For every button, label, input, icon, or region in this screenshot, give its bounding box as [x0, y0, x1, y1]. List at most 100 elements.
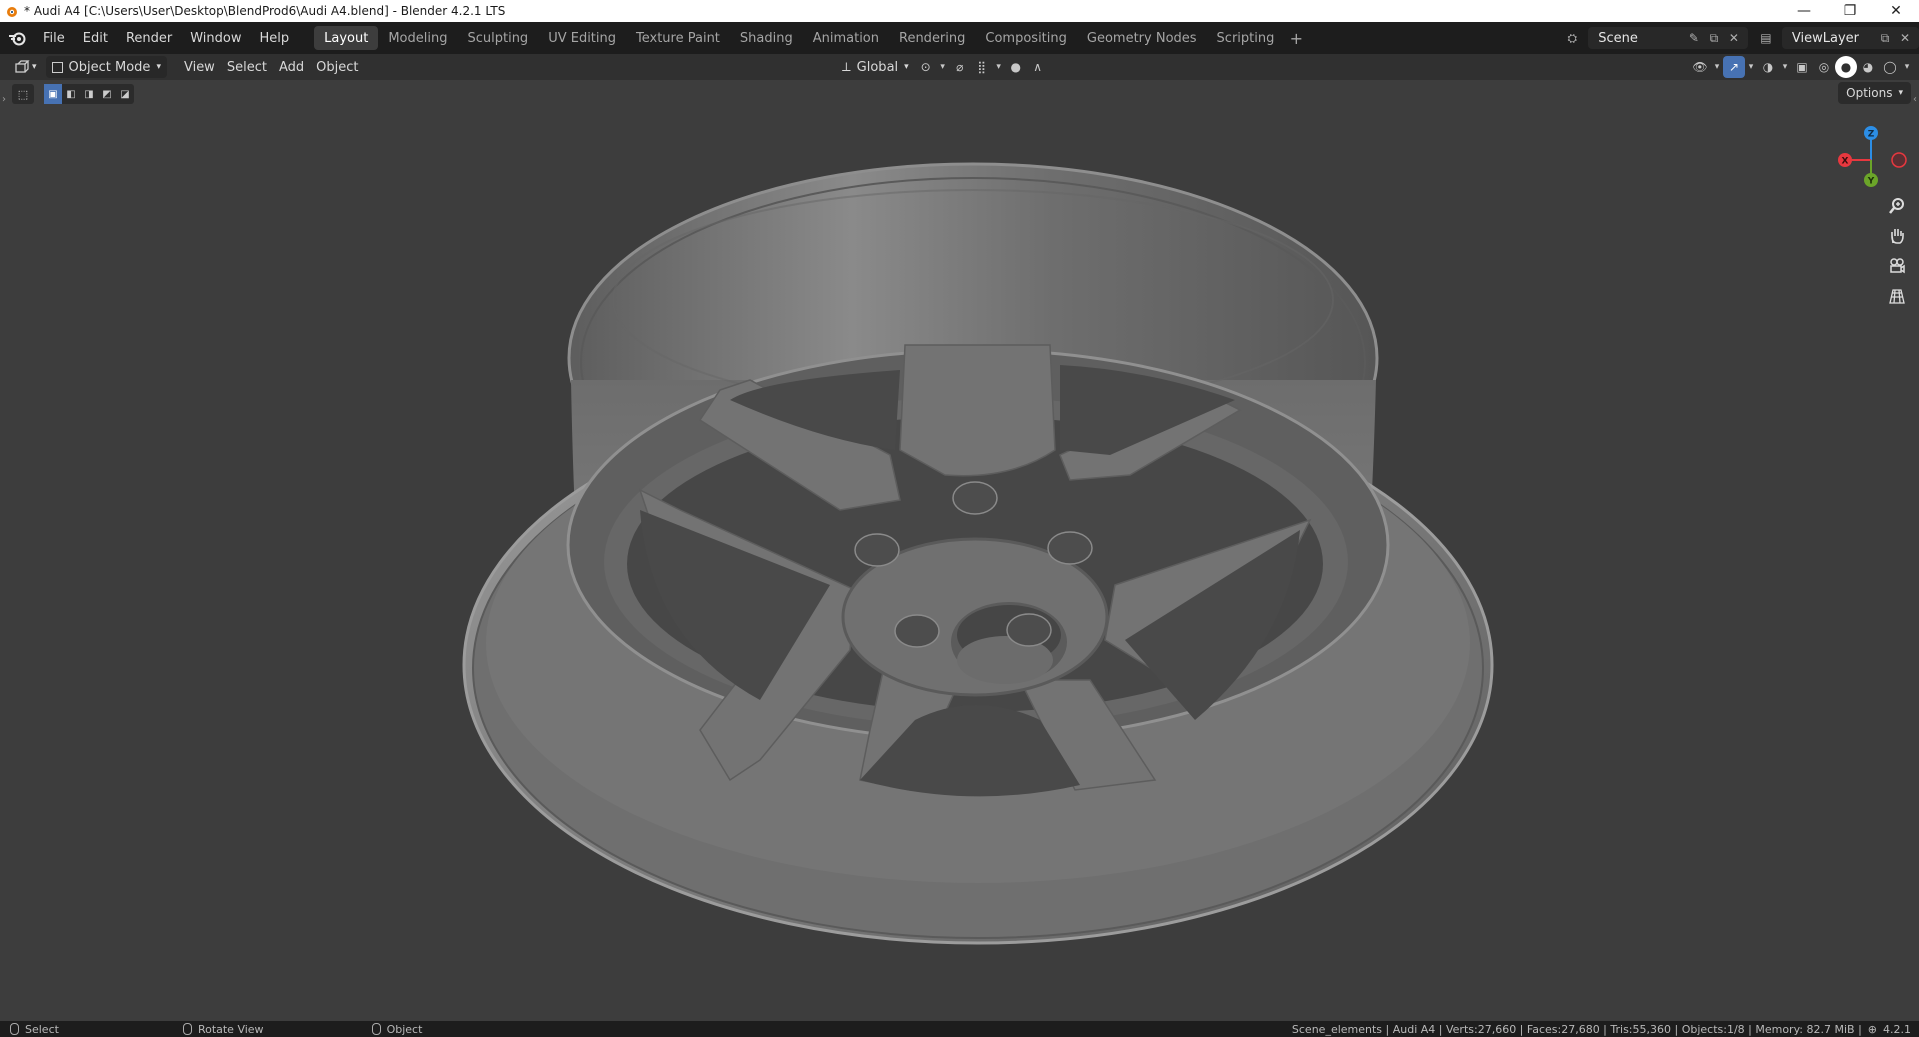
delete-scene-icon[interactable]: ✕	[1724, 28, 1744, 48]
visibility-icon[interactable]: 👁	[1689, 56, 1711, 78]
menu-edit[interactable]: Edit	[74, 26, 117, 50]
scene-selector-group: ⛭ Scene ✎ ⧉ ✕ ▤ ViewLayer ⧉ ✕	[1562, 26, 1919, 50]
tool-settings-row: ⬚ ▣ ◧ ◨ ◩ ◪	[12, 84, 134, 104]
select-invert-icon[interactable]: ◩	[98, 84, 116, 104]
rendered-shading-icon[interactable]: ◯	[1879, 56, 1901, 78]
xray-icon[interactable]: ▣	[1791, 56, 1813, 78]
transform-orientation-dropdown[interactable]: ⟂ Global ▾	[836, 56, 915, 78]
blender-menu-icon[interactable]	[0, 22, 34, 54]
menu-add[interactable]: Add	[273, 56, 310, 78]
menu-select[interactable]: Select	[221, 56, 273, 78]
pin-icon[interactable]: ✎	[1684, 28, 1704, 48]
mouse-middle-icon	[182, 1023, 192, 1035]
select-new-icon[interactable]: ▣	[44, 84, 62, 104]
delete-view-layer-icon[interactable]: ✕	[1895, 28, 1915, 48]
status-rotate-label: Rotate View	[197, 1022, 264, 1036]
select-subtract-icon[interactable]: ◨	[80, 84, 98, 104]
axis-z-label: Z	[1868, 130, 1875, 140]
menu-render[interactable]: Render	[117, 26, 181, 50]
visibility-dropdown-icon[interactable]: ▾	[1711, 56, 1723, 78]
pivot-point-icon[interactable]: ⊙	[915, 56, 937, 78]
options-label: Options	[1846, 86, 1893, 100]
pan-hand-icon[interactable]	[1883, 222, 1911, 250]
network-icon: ⊕	[1867, 1022, 1877, 1036]
snap-target-icon[interactable]: ⣿	[971, 56, 993, 78]
mode-dropdown[interactable]: Object Mode ▾	[45, 56, 167, 78]
tab-geometry-nodes[interactable]: Geometry Nodes	[1077, 26, 1207, 50]
tab-sculpting[interactable]: Sculpting	[457, 26, 538, 50]
view-layer-name: ViewLayer	[1791, 30, 1859, 46]
select-extend-icon[interactable]: ◧	[62, 84, 80, 104]
options-dropdown[interactable]: Options ▾	[1838, 82, 1911, 104]
tab-uv-editing[interactable]: UV Editing	[538, 26, 626, 50]
status-object-hint: Object	[371, 1022, 423, 1036]
status-select-hint: Select	[10, 1023, 59, 1036]
top-bar: File Edit Render Window Help Layout Mode…	[0, 22, 1919, 54]
status-bar: Select Rotate View Object Scene_elements…	[0, 1021, 1919, 1037]
add-workspace-button[interactable]: +	[1284, 26, 1308, 50]
wheel-model	[462, 162, 1494, 945]
scene-field[interactable]: Scene ✎ ⧉ ✕	[1588, 27, 1748, 49]
overlays-icon[interactable]: ◑	[1757, 56, 1779, 78]
select-tool-icon[interactable]: ⬚	[12, 84, 34, 104]
mouse-right-icon	[371, 1023, 381, 1035]
mode-label: Object Mode	[68, 59, 151, 75]
material-shading-icon[interactable]: ◕	[1857, 56, 1879, 78]
tab-animation[interactable]: Animation	[803, 26, 889, 50]
zoom-icon[interactable]	[1883, 192, 1911, 220]
falloff-icon[interactable]: ∧	[1027, 56, 1049, 78]
menu-object[interactable]: Object	[310, 56, 364, 78]
window-titlebar: * Audi A4 [C:\Users\User\Desktop\BlendPr…	[0, 0, 1919, 22]
overlays-dropdown-icon[interactable]: ▾	[1779, 56, 1791, 78]
tab-compositing[interactable]: Compositing	[975, 26, 1077, 50]
new-view-layer-icon[interactable]: ⧉	[1875, 28, 1895, 48]
minimize-button[interactable]: —	[1781, 0, 1827, 22]
scene-icon[interactable]: ⛭	[1562, 28, 1582, 48]
snap-toggle-icon[interactable]: ⌀	[949, 56, 971, 78]
axis-x-label: X	[1842, 157, 1849, 167]
solid-shading-icon[interactable]: ●	[1835, 56, 1857, 78]
menu-help[interactable]: Help	[251, 26, 299, 50]
axis-y-label: Y	[1867, 177, 1875, 187]
scene-statistics: Scene_elements | Audi A4 | Verts:27,660 …	[1291, 1022, 1862, 1036]
tab-rendering[interactable]: Rendering	[889, 26, 975, 50]
pivot-dropdown-icon[interactable]: ▾	[937, 56, 949, 78]
select-intersect-icon[interactable]: ◪	[116, 84, 134, 104]
toolbar-toggle-icon[interactable]: ›	[2, 94, 6, 105]
menu-window[interactable]: Window	[181, 26, 250, 50]
tab-modeling[interactable]: Modeling	[378, 26, 457, 50]
close-button[interactable]: ✕	[1873, 0, 1919, 22]
new-scene-icon[interactable]: ⧉	[1704, 28, 1724, 48]
proportional-edit-icon[interactable]: ●	[1005, 56, 1027, 78]
sidebar-toggle-icon[interactable]: ‹	[1913, 94, 1917, 105]
mouse-left-icon	[10, 1023, 19, 1035]
snap-dropdown-icon[interactable]: ▾	[993, 56, 1005, 78]
gizmo-toggle-icon[interactable]: ↗	[1723, 56, 1745, 78]
wireframe-shading-icon[interactable]: ◎	[1813, 56, 1835, 78]
menu-view[interactable]: View	[178, 56, 221, 78]
gizmo-dropdown-icon[interactable]: ▾	[1745, 56, 1757, 78]
tab-scripting[interactable]: Scripting	[1207, 26, 1285, 50]
view-layer-field[interactable]: ViewLayer ⧉ ✕	[1781, 27, 1919, 49]
navigation-axis-gizmo[interactable]: Z X Y	[1831, 120, 1911, 190]
orientation-icon: ⟂	[842, 59, 851, 75]
selection-mode-group: ▣ ◧ ◨ ◩ ◪	[44, 84, 134, 104]
tab-shading[interactable]: Shading	[730, 26, 803, 50]
perspective-grid-icon[interactable]	[1883, 282, 1911, 310]
camera-view-icon[interactable]	[1883, 252, 1911, 280]
tab-layout[interactable]: Layout	[314, 26, 379, 50]
status-object-label: Object	[386, 1022, 423, 1036]
viewport-3d[interactable]: ⬚ ▣ ◧ ◨ ◩ ◪ Options ▾ › ‹ Z X Y	[0, 80, 1919, 1021]
navigation-gizmos	[1883, 192, 1911, 312]
viewport-header: ▾ Object Mode ▾ View Select Add Object ⟂…	[0, 54, 1919, 80]
workspace-tabs: Layout Modeling Sculpting UV Editing Tex…	[314, 26, 1308, 50]
blender-app-icon	[0, 0, 22, 22]
status-select-label: Select	[25, 1022, 59, 1036]
editor-type-button[interactable]: ▾	[8, 56, 43, 78]
shading-dropdown-icon[interactable]: ▾	[1901, 56, 1913, 78]
tab-texture-paint[interactable]: Texture Paint	[626, 26, 730, 50]
restore-button[interactable]: ❐	[1827, 0, 1873, 22]
menu-file[interactable]: File	[34, 26, 74, 50]
blender-version: 4.2.1	[1883, 1022, 1911, 1036]
view-layer-icon[interactable]: ▤	[1756, 28, 1776, 48]
